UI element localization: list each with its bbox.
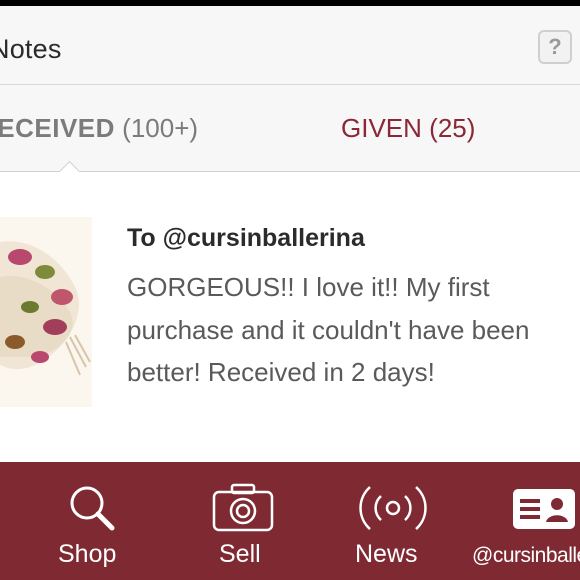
nav-sell-label: Sell — [219, 540, 261, 568]
tab-received[interactable]: RECEIVED (100+) — [0, 113, 198, 144]
bottom-nav: Shop Sell News @cursinballerina — [0, 462, 580, 580]
nav-news[interactable]: News — [355, 462, 435, 580]
note-item[interactable]: To @cursinballerina GORGEOUS!! I love it… — [0, 172, 580, 462]
tab-given-label: GIVEN — [341, 113, 422, 143]
item-thumbnail[interactable] — [0, 217, 92, 407]
tab-received-count: (100+) — [122, 113, 199, 143]
help-button[interactable]: ? — [538, 30, 572, 64]
nav-sell[interactable]: Sell — [210, 462, 280, 580]
tab-given-count: (25) — [429, 113, 476, 143]
nav-shop[interactable]: Shop — [50, 462, 140, 580]
search-icon — [70, 486, 115, 531]
tab-given[interactable]: GIVEN (25) — [341, 113, 475, 144]
broadcast-icon — [359, 486, 427, 530]
page-title: Notes — [0, 34, 62, 64]
nav-profile-label: @cursinballerina — [472, 544, 580, 567]
nav-profile[interactable]: @cursinballerina — [472, 462, 580, 580]
note-text: GORGEOUS!! I love it!! My first purchase… — [127, 272, 530, 387]
note-recipient[interactable]: To @cursinballerina — [127, 224, 365, 253]
nav-shop-label: Shop — [58, 540, 117, 568]
tab-received-label: RECEIVED — [0, 113, 115, 143]
camera-icon — [212, 483, 274, 532]
tab-bar: RECEIVED (100+) GIVEN (25) — [0, 85, 580, 172]
profile-card-icon — [513, 489, 575, 529]
nav-news-label: News — [355, 540, 418, 568]
header: Notes ? — [0, 6, 580, 85]
